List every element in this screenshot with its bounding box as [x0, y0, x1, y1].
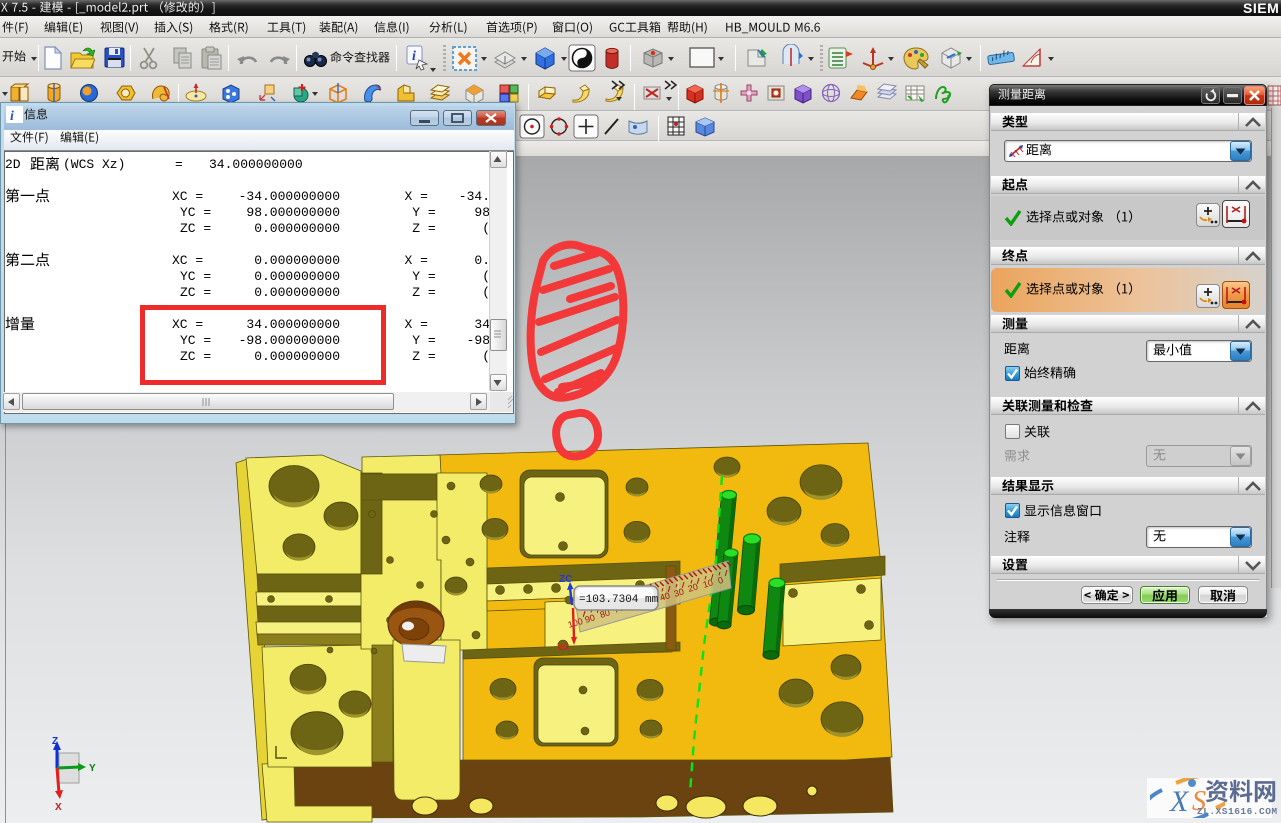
svg-text:XC: XC	[557, 642, 570, 652]
svg-text:i: i	[10, 109, 14, 123]
svg-text:Z: Z	[52, 736, 58, 747]
svg-text:X: X	[1169, 785, 1190, 818]
svg-text:Y: Y	[89, 763, 96, 774]
svg-text:=103.7304 mm: =103.7304 mm	[579, 594, 659, 606]
svg-text:ZC: ZC	[559, 574, 572, 585]
svg-text:X: X	[55, 802, 62, 813]
